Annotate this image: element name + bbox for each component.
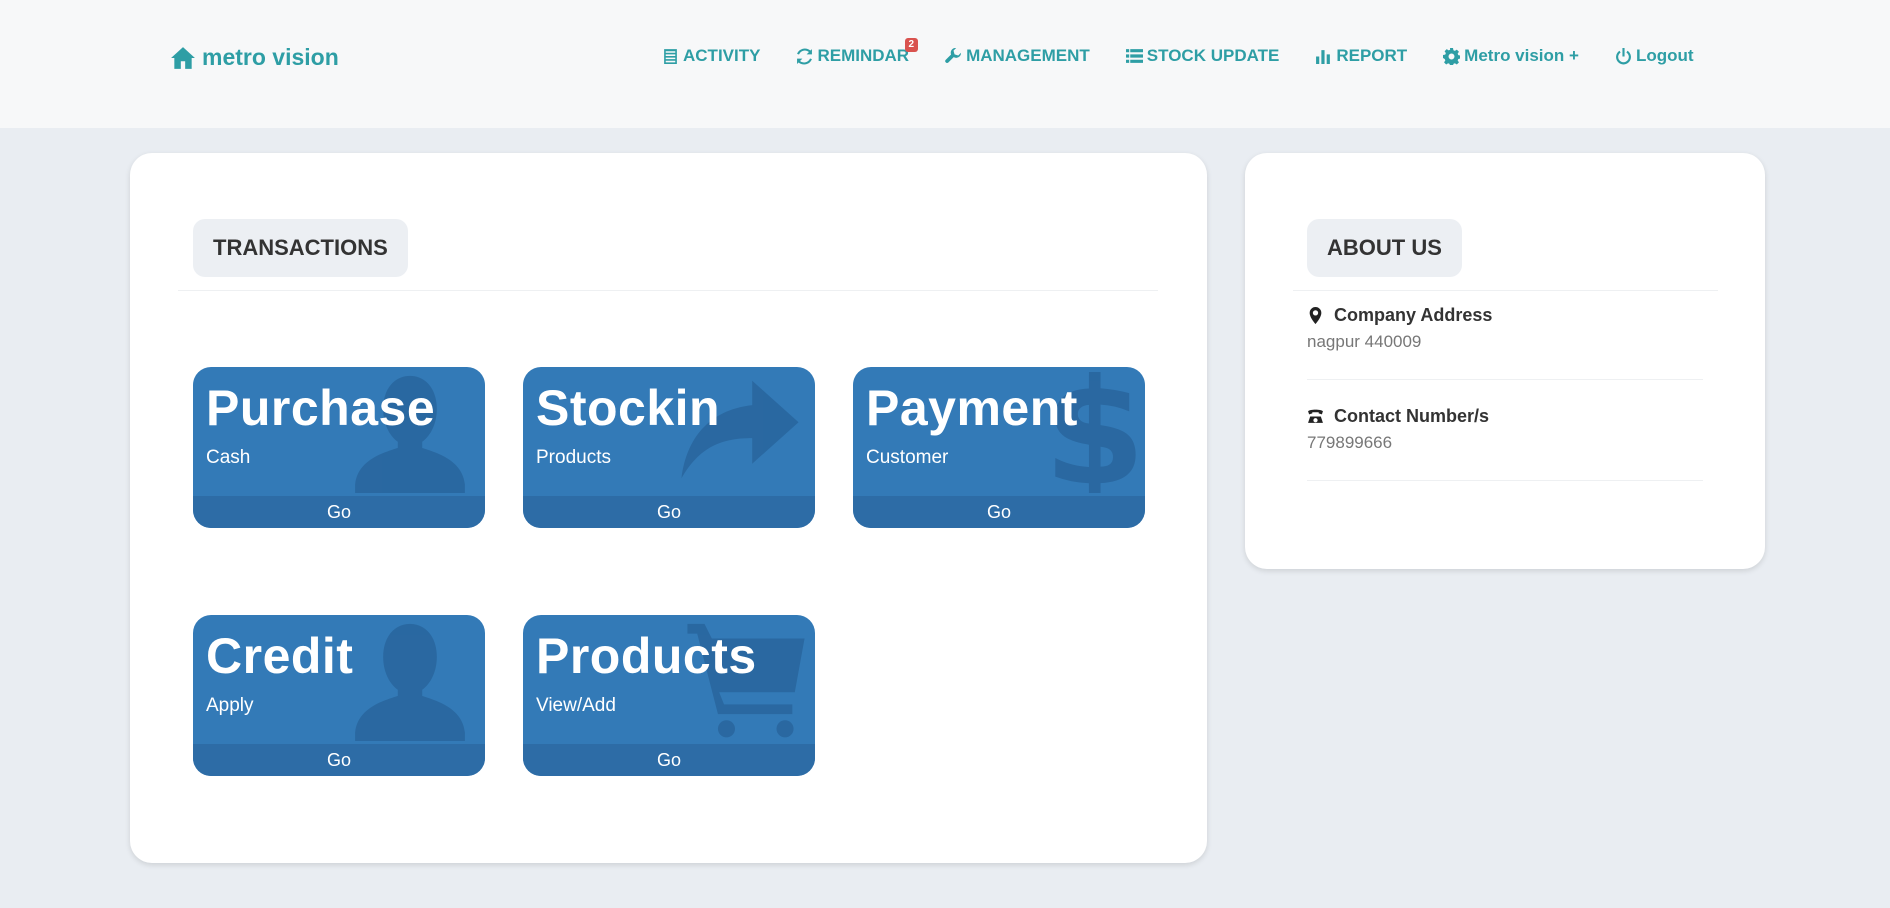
list-icon	[1125, 48, 1143, 63]
company-address: Company Address nagpur 440009	[1307, 305, 1492, 352]
tile-purchase[interactable]: Purchase Cash Go	[193, 367, 485, 528]
nav-report[interactable]: REPORT	[1315, 46, 1407, 66]
transactions-divider	[178, 290, 1158, 291]
main-nav: ACTIVITY REMINDAR 2 MANAGEMENT STOCK UPD…	[662, 38, 1694, 66]
company-address-value: nagpur 440009	[1307, 332, 1422, 351]
nav-remindar[interactable]: REMINDAR 2	[796, 38, 919, 66]
contact-number: Contact Number/s 779899666	[1307, 406, 1489, 453]
wrench-icon	[945, 47, 962, 63]
tile-credit[interactable]: Credit Apply Go	[193, 615, 485, 776]
contact-number-label: Contact Number/s	[1334, 406, 1490, 426]
tile-products-subtitle: View/Add	[536, 695, 616, 716]
tile-credit-title: Credit	[206, 628, 354, 684]
tile-payment-go-button[interactable]: Go	[853, 496, 1145, 528]
power-icon	[1616, 47, 1631, 64]
about-divider	[1293, 290, 1718, 291]
tile-purchase-go-button[interactable]: Go	[193, 496, 485, 528]
tile-credit-subtitle: Apply	[206, 695, 254, 716]
nav-logout-label: Logout	[1635, 46, 1694, 65]
nav-logout[interactable]: Logout	[1615, 46, 1694, 66]
phone-alt-icon	[1308, 409, 1323, 423]
nav-management-label: MANAGEMENT	[966, 46, 1090, 65]
tile-purchase-subtitle: Cash	[206, 447, 251, 468]
refresh-icon	[797, 47, 813, 65]
tile-payment[interactable]: $ Payment Customer Go	[853, 367, 1145, 528]
nav-activity-label: ACTIVITY	[683, 46, 761, 65]
nav-metro-vision-plus[interactable]: Metro vision +	[1443, 46, 1579, 66]
transactions-heading: TRANSACTIONS	[193, 219, 408, 277]
reminder-count-badge: 2	[904, 38, 919, 52]
tile-stockin-go-button[interactable]: Go	[523, 496, 815, 528]
nav-remindar-label: REMINDAR	[817, 46, 910, 65]
nav-metro-vision-plus-label: Metro vision +	[1464, 46, 1579, 65]
transactions-panel: TRANSACTIONS Purchase Cash Go Stockin Pr…	[130, 153, 1207, 863]
tile-products[interactable]: Products View/Add Go	[523, 615, 815, 776]
tile-stockin-subtitle: Products	[536, 447, 611, 468]
nav-management[interactable]: MANAGEMENT	[945, 46, 1090, 66]
tile-products-title: Products	[536, 628, 757, 684]
contact-divider	[1307, 480, 1703, 481]
company-address-label: Company Address	[1334, 305, 1493, 325]
home-icon	[171, 46, 195, 69]
about-heading: ABOUT US	[1307, 219, 1462, 277]
address-divider	[1307, 379, 1703, 380]
nav-report-label: REPORT	[1336, 46, 1408, 65]
brand-label: metro vision	[202, 44, 339, 70]
brand-link[interactable]: metro vision	[170, 44, 339, 71]
tile-credit-go-button[interactable]: Go	[193, 744, 485, 776]
tile-stockin[interactable]: Stockin Products Go	[523, 367, 815, 528]
tile-stockin-title: Stockin	[536, 380, 721, 436]
top-navbar: metro vision ACTIVITY REMINDAR 2 MANAGEM…	[0, 0, 1890, 128]
list-alt-icon	[664, 48, 677, 64]
nav-stock-update-label: STOCK UPDATE	[1146, 46, 1280, 65]
contact-number-value: 779899666	[1307, 433, 1393, 452]
nav-activity[interactable]: ACTIVITY	[662, 46, 760, 66]
tile-purchase-title: Purchase	[206, 380, 436, 436]
tile-products-go-button[interactable]: Go	[523, 744, 815, 776]
tile-payment-title: Payment	[866, 380, 1078, 436]
about-panel: ABOUT US Company Address nagpur 440009 C…	[1245, 153, 1765, 569]
user-icon	[355, 623, 465, 741]
gear-icon	[1443, 47, 1461, 65]
nav-stock-update[interactable]: STOCK UPDATE	[1125, 46, 1280, 66]
bar-chart-icon	[1316, 49, 1331, 64]
map-marker-icon	[1309, 307, 1322, 324]
tile-payment-subtitle: Customer	[866, 447, 949, 468]
